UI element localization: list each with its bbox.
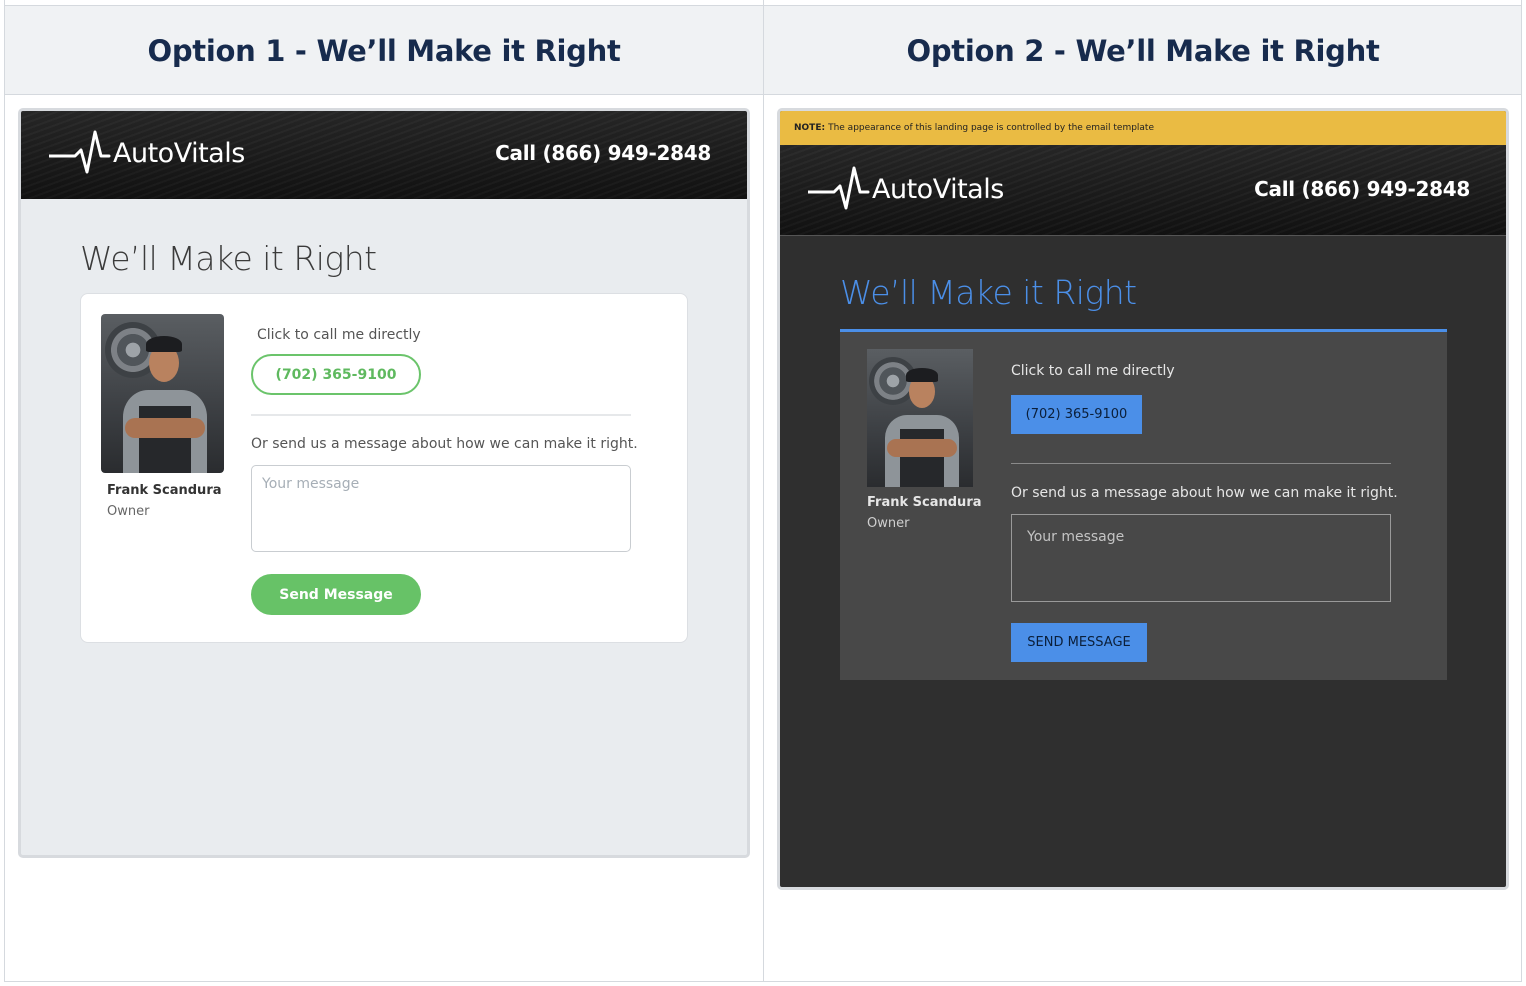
message-placeholder: Your message (1027, 529, 1125, 545)
contact-role: Owner (107, 504, 150, 519)
message-prompt: Or send us a message about how we can ma… (251, 436, 638, 452)
contact-card: Frank Scandura Owner Click to call me di… (840, 329, 1447, 680)
send-message-button[interactable]: SEND MESSAGE (1011, 623, 1147, 662)
logo-text: AutoVitals (113, 137, 245, 169)
call-phone-link[interactable]: Call (866) 949-2848 (1254, 177, 1470, 201)
column-header-option-2: Option 2 - We’ll Make it Right (906, 33, 1380, 68)
call-phone-button[interactable]: (702) 365-9100 (1011, 395, 1142, 434)
note-text: The appearance of this landing page is c… (828, 123, 1155, 133)
heartbeat-pulse-icon (49, 130, 111, 174)
message-textarea[interactable]: Your message (1011, 514, 1391, 602)
site-header: AutoVitals Call (866) 949-2848 (780, 145, 1506, 236)
message-prompt: Or send us a message about how we can ma… (1011, 485, 1398, 501)
site-header: AutoVitals Call (866) 949-2848 (21, 111, 747, 199)
contact-name: Frank Scandura (867, 495, 982, 510)
autovitals-logo: AutoVitals (49, 128, 245, 178)
option-2-landing-page-preview: NOTE: The appearance of this landing pag… (777, 108, 1509, 890)
contact-role: Owner (867, 516, 910, 531)
mechanic-photo (101, 314, 224, 473)
autovitals-logo: AutoVitals (808, 164, 1004, 214)
template-note-banner: NOTE: The appearance of this landing pag… (780, 111, 1506, 145)
message-placeholder: Your message (262, 476, 360, 492)
call-prompt: Click to call me directly (1011, 363, 1175, 379)
page-title: We’ll Make it Right (80, 239, 377, 278)
call-prompt: Click to call me directly (257, 327, 421, 343)
column-divider (763, 0, 764, 981)
send-message-button[interactable]: Send Message (251, 574, 421, 615)
option-1-landing-page-preview: AutoVitals Call (866) 949-2848 We’ll Mak… (18, 108, 750, 858)
heartbeat-pulse-icon (808, 166, 870, 210)
call-phone-button[interactable]: (702) 365-9100 (251, 354, 421, 395)
mechanic-photo (867, 349, 973, 487)
call-phone-link[interactable]: Call (866) 949-2848 (495, 141, 711, 165)
column-header-option-1: Option 1 - We’ll Make it Right (147, 33, 621, 68)
contact-name: Frank Scandura (107, 483, 222, 498)
note-label: NOTE: (794, 123, 826, 133)
divider (251, 414, 631, 416)
divider (1011, 463, 1391, 464)
message-textarea[interactable]: Your message (251, 465, 631, 552)
contact-card: Frank Scandura Owner Click to call me di… (80, 293, 688, 643)
logo-text: AutoVitals (872, 173, 1004, 205)
page-title: We’ll Make it Right (840, 273, 1137, 312)
